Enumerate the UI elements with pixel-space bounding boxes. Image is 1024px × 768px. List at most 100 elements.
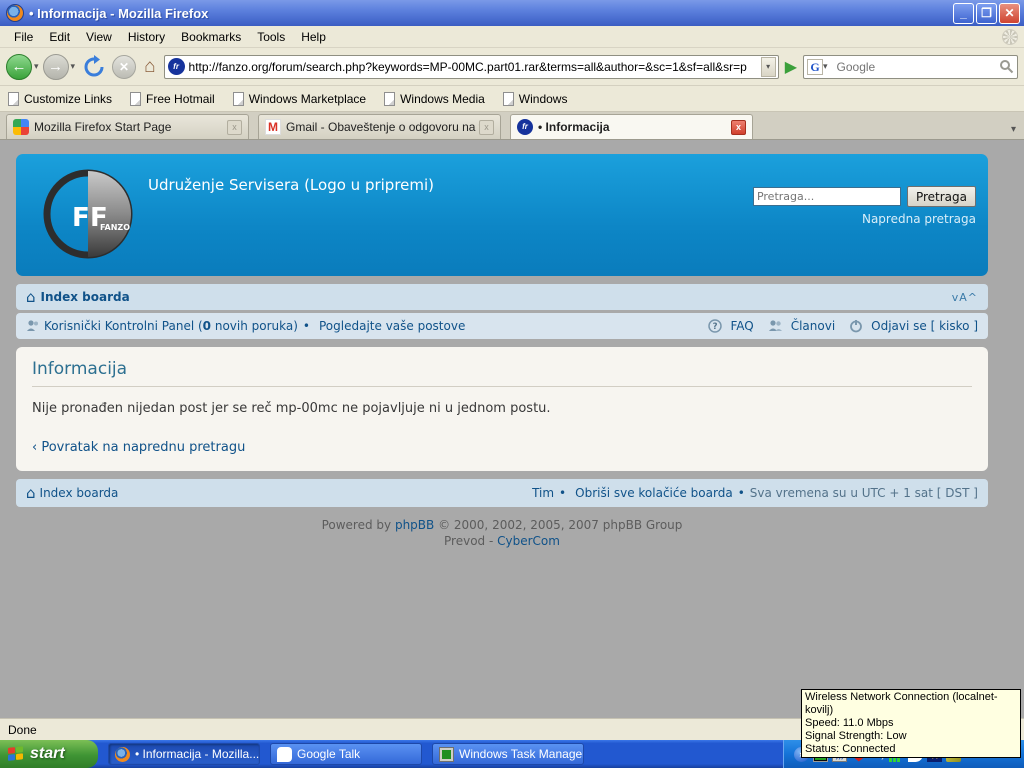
tooltip-title: Wireless Network Connection (localnet-ko…: [805, 691, 1017, 717]
stop-button[interactable]: ✕: [112, 55, 136, 79]
tooltip-speed: Speed: 11.0 Mbps: [805, 717, 1017, 730]
close-button[interactable]: ✕: [999, 3, 1020, 24]
advanced-search-link[interactable]: Napredna pretraga: [862, 212, 976, 226]
go-button[interactable]: ▶: [785, 57, 797, 77]
tab-close-icon[interactable]: x: [479, 120, 494, 135]
copyright: Powered by phpBB © 2000, 2002, 2005, 200…: [16, 517, 988, 549]
task-google-talk[interactable]: Google Talk: [270, 743, 422, 765]
site-favicon: fr: [168, 58, 185, 75]
breadcrumb-index-boarda[interactable]: Index boarda: [41, 290, 130, 304]
forum-page: F F FANZO Udruženje Servisera (Logo u pr…: [16, 154, 988, 549]
faq-link[interactable]: FAQ: [730, 319, 753, 333]
gmail-icon: M: [265, 119, 281, 135]
view-your-posts-link[interactable]: Pogledajte vaše postove: [319, 319, 465, 333]
page-icon: [8, 92, 19, 106]
reload-button[interactable]: [82, 55, 106, 79]
logout-link[interactable]: Odjavi se [ kisko ]: [871, 319, 978, 333]
page-icon: [503, 92, 514, 106]
bookmark-windows-marketplace[interactable]: Windows Marketplace: [233, 92, 366, 106]
info-message: Nije pronađen nijedan post jer se reč mp…: [32, 401, 972, 416]
faq-icon: ?: [708, 319, 722, 333]
minimize-button[interactable]: _: [953, 3, 974, 24]
information-panel: Informacija Nije pronađen nijedan post j…: [16, 347, 988, 471]
task-task-manager[interactable]: Windows Task Manager: [432, 743, 584, 765]
menu-help[interactable]: Help: [293, 28, 334, 46]
menu-file[interactable]: File: [6, 28, 41, 46]
user-panel-bar: Korisnički Kontrolni Panel (0 novih poru…: [16, 313, 988, 339]
tab-firefox-start-page[interactable]: Mozilla Firefox Start Page x: [6, 114, 249, 139]
bookmark-free-hotmail[interactable]: Free Hotmail: [130, 92, 215, 106]
tooltip-signal: Signal Strength: Low: [805, 730, 1017, 743]
forward-dropdown-icon[interactable]: ▾: [71, 61, 76, 72]
menu-tools[interactable]: Tools: [249, 28, 293, 46]
forward-button[interactable]: →: [43, 54, 69, 80]
delete-cookies-link[interactable]: Obriši sve kolačiće boarda: [575, 486, 733, 500]
home-button[interactable]: ⌂: [144, 55, 155, 79]
status-text: Done: [8, 723, 37, 737]
cybercom-link[interactable]: CyberCom: [497, 534, 560, 548]
home-icon: ⌂: [26, 485, 36, 501]
font-larger-icon[interactable]: ^: [968, 291, 978, 304]
throbber-icon: [1002, 29, 1018, 45]
footer-index-boarda[interactable]: Index boarda: [40, 486, 119, 500]
back-to-search-link[interactable]: ‹ Povratak na naprednu pretragu: [32, 440, 245, 455]
window-titlebar: • Informacija - Mozilla Firefox _ ❐ ✕: [0, 0, 1024, 26]
engine-dropdown-icon[interactable]: ▾: [823, 61, 828, 72]
page-icon: [233, 92, 244, 106]
fanzo-logo[interactable]: F F FANZO: [42, 168, 134, 260]
menu-view[interactable]: View: [78, 28, 120, 46]
tab-informacija[interactable]: fr • Informacija x: [510, 114, 753, 139]
svg-text:?: ?: [713, 322, 718, 332]
tab-gmail[interactable]: M Gmail - Obaveštenje o odgovoru na te..…: [258, 114, 501, 139]
footer-bar: ⌂ Index boarda Tim • Obriši sve kolačiće…: [16, 479, 988, 507]
members-link[interactable]: Članovi: [791, 319, 835, 333]
google-engine-icon[interactable]: G: [807, 59, 823, 75]
forum-search-area: Pretraga: [753, 186, 976, 207]
site-title: Udruženje Servisera (Logo u pripremi): [148, 176, 434, 194]
page-icon: [384, 92, 395, 106]
menu-edit[interactable]: Edit: [41, 28, 78, 46]
tab-close-icon[interactable]: x: [227, 120, 242, 135]
wireless-tooltip: Wireless Network Connection (localnet-ko…: [801, 689, 1021, 758]
back-dropdown-icon[interactable]: ▾: [34, 61, 39, 72]
phpbb-link[interactable]: phpBB: [395, 518, 434, 532]
team-link[interactable]: Tim: [532, 486, 554, 500]
bookmark-windows-media[interactable]: Windows Media: [384, 92, 485, 106]
fanzo-favicon: fr: [517, 119, 533, 135]
forum-search-button[interactable]: Pretraga: [907, 186, 976, 207]
window-title: • Informacija - Mozilla Firefox: [29, 6, 953, 21]
tab-close-icon[interactable]: x: [731, 120, 746, 135]
windows-flag-icon: [8, 746, 24, 763]
tooltip-status: Status: Connected: [805, 743, 1017, 756]
font-size-widget[interactable]: vA^: [952, 291, 978, 304]
timezone-text: Sva vremena su u UTC + 1 sat [ DST ]: [750, 486, 978, 500]
url-input[interactable]: [189, 60, 761, 74]
url-history-dropdown[interactable]: ▾: [761, 57, 776, 77]
back-button[interactable]: ←: [6, 54, 32, 80]
restore-button[interactable]: ❐: [976, 3, 997, 24]
url-bar: fr ▾: [164, 55, 779, 79]
page-content: F F FANZO Udruženje Servisera (Logo u pr…: [0, 140, 1024, 718]
ucp-link[interactable]: Korisnički Kontrolni Panel (0 novih poru…: [44, 319, 298, 333]
navigation-toolbar: ← ▾ → ▾ ✕ ⌂ fr ▾ ▶ G ▾: [0, 48, 1024, 86]
tab-list-dropdown-icon[interactable]: ▾: [1011, 124, 1020, 139]
menu-bar: File Edit View History Bookmarks Tools H…: [0, 26, 1024, 48]
search-box: G ▾: [803, 55, 1018, 79]
task-firefox[interactable]: • Informacija - Mozilla...: [108, 743, 260, 765]
firefox-icon: [6, 4, 24, 22]
start-page-icon: [13, 119, 29, 135]
start-button[interactable]: start: [0, 740, 98, 768]
search-magnifier-icon[interactable]: [999, 59, 1014, 74]
desktop-screen: • Informacija - Mozilla Firefox _ ❐ ✕ Fi…: [0, 0, 1024, 768]
logout-icon: [849, 319, 863, 333]
bookmark-customize-links[interactable]: Customize Links: [8, 92, 112, 106]
home-icon: ⌂: [26, 289, 36, 305]
forum-search-input[interactable]: [757, 190, 902, 203]
menu-history[interactable]: History: [120, 28, 173, 46]
menu-bookmarks[interactable]: Bookmarks: [173, 28, 249, 46]
web-search-input[interactable]: [832, 60, 999, 74]
svg-text:F: F: [72, 203, 90, 233]
bookmark-windows[interactable]: Windows: [503, 92, 568, 106]
bookmarks-toolbar: Customize Links Free Hotmail Windows Mar…: [0, 86, 1024, 112]
breadcrumb-bar: ⌂ Index boarda vA^: [16, 284, 988, 310]
